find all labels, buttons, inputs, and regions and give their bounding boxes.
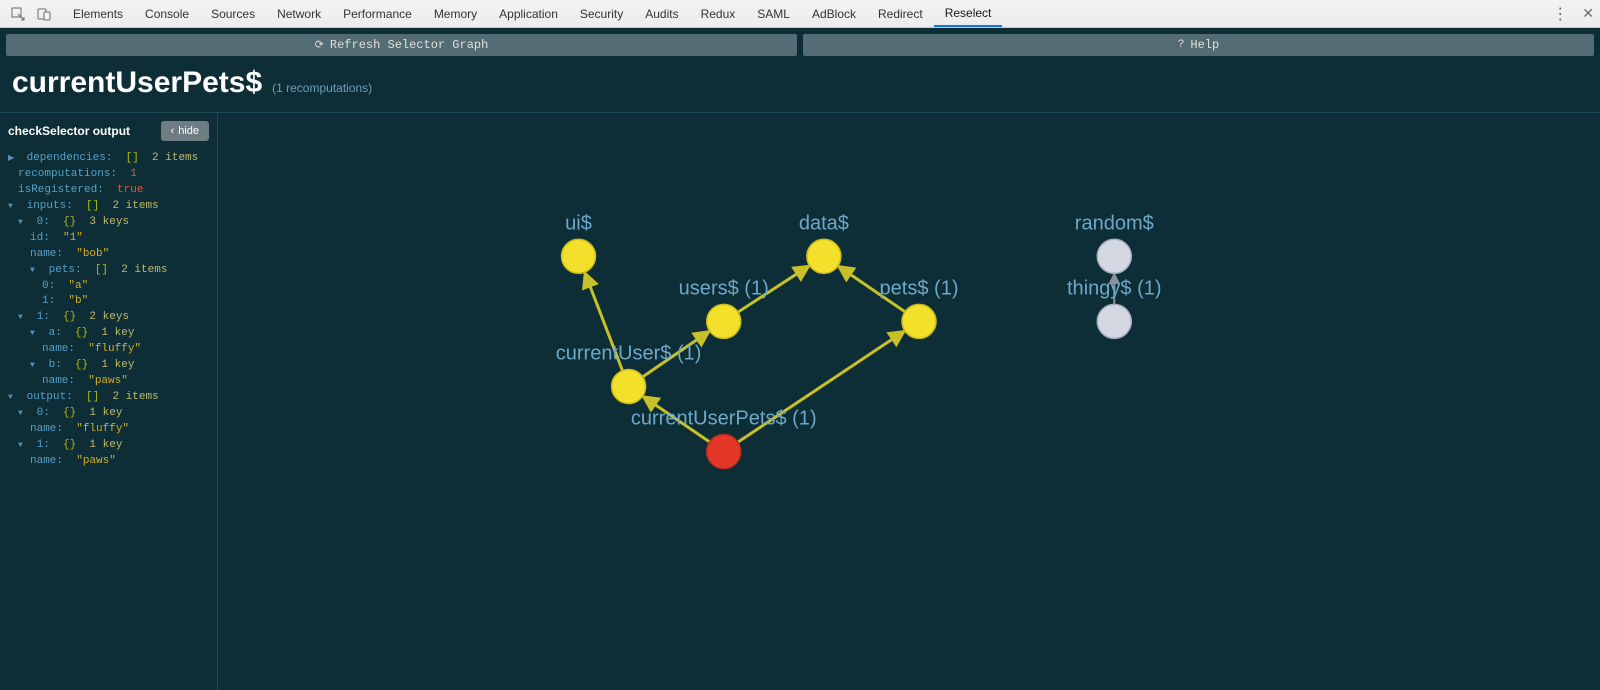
devtools-tab-memory[interactable]: Memory (423, 0, 488, 27)
graph-node-currentUser[interactable]: currentUser$ (1) (556, 342, 702, 403)
refresh-icon: ⟳ (315, 38, 324, 52)
sidebar-panel: checkSelector output ‹ hide dependencies… (0, 113, 218, 690)
close-devtools-icon[interactable]: ✕ (1582, 5, 1594, 22)
tree-row-inputs-0-pets-0[interactable]: 0: "a" (8, 279, 209, 295)
inspect-icon[interactable] (10, 6, 26, 22)
tree-row-inputs-1-b-name[interactable]: name: "paws" (8, 374, 209, 390)
graph-node-label: data$ (799, 212, 849, 234)
tree-row-inputs-0-pets[interactable]: pets: [] 2 items (8, 263, 209, 279)
hide-label: hide (178, 125, 199, 137)
graph-node-random[interactable]: random$ (1075, 212, 1154, 273)
devtools-tab-adblock[interactable]: AdBlock (801, 0, 867, 27)
caret-icon[interactable] (30, 358, 40, 374)
tree-row-inputs-0[interactable]: 0: {} 3 keys (8, 215, 209, 231)
tree-row-output-0-name[interactable]: name: "fluffy" (8, 422, 209, 438)
devtools-tab-application[interactable]: Application (488, 0, 569, 27)
tree-row-inputs-1-a-name[interactable]: name: "fluffy" (8, 342, 209, 358)
tree-row-output-1[interactable]: 1: {} 1 key (8, 438, 209, 454)
refresh-graph-button[interactable]: ⟳ Refresh Selector Graph (6, 34, 797, 56)
tree-row-inputs-0-pets-1[interactable]: 1: "b" (8, 294, 209, 310)
graph-node-label: random$ (1075, 212, 1154, 234)
graph-node-pets[interactable]: pets$ (1) (880, 277, 959, 338)
caret-icon[interactable] (8, 199, 18, 215)
tree-row-inputs-0-name[interactable]: name: "bob" (8, 247, 209, 263)
devtools-tab-redirect[interactable]: Redirect (867, 0, 934, 27)
graph-svg: ui$ data$ users$ (1) pets$ (1) currentUser$ … (218, 113, 1600, 690)
caret-icon[interactable] (8, 390, 18, 406)
caret-icon[interactable] (30, 326, 40, 342)
action-bar: ⟳ Refresh Selector Graph ? Help (0, 28, 1600, 62)
tree-row-inputs-0-id[interactable]: id: "1" (8, 231, 209, 247)
help-label: Help (1190, 38, 1219, 52)
graph-node-users[interactable]: users$ (1) (679, 277, 769, 338)
graph-node-label: users$ (1) (679, 277, 769, 299)
selector-title: currentUserPets$ (12, 66, 262, 100)
tree-row-output-1-name[interactable]: name: "paws" (8, 454, 209, 470)
kebab-menu-icon[interactable]: ⋮ (1552, 4, 1568, 24)
tree-row-recomputations[interactable]: recomputations: 1 (8, 167, 209, 183)
workspace: checkSelector output ‹ hide dependencies… (0, 112, 1600, 690)
graph-node-label: ui$ (565, 212, 592, 234)
caret-icon[interactable] (18, 215, 28, 231)
devtools-tab-network[interactable]: Network (266, 0, 332, 27)
graph-node-label: currentUser$ (1) (556, 342, 702, 364)
caret-icon[interactable] (18, 310, 28, 326)
tree-row-isregistered[interactable]: isRegistered: true (8, 183, 209, 199)
tree-row-output-0[interactable]: 0: {} 1 key (8, 406, 209, 422)
devtools-tab-console[interactable]: Console (134, 0, 200, 27)
graph-node-label: currentUserPets$ (1) (631, 408, 817, 430)
refresh-label: Refresh Selector Graph (330, 38, 488, 52)
devtools-tab-elements[interactable]: Elements (62, 0, 134, 27)
chevron-left-icon: ‹ (171, 125, 175, 137)
tree-row-inputs-1-b[interactable]: b: {} 1 key (8, 358, 209, 374)
devtools-tab-audits[interactable]: Audits (634, 0, 689, 27)
graph-node-ui[interactable]: ui$ (561, 212, 595, 273)
caret-icon[interactable] (18, 438, 28, 454)
selector-title-row: currentUserPets$ (1 recomputations) (0, 62, 1600, 112)
tree-row-output[interactable]: output: [] 2 items (8, 390, 209, 406)
tree-row-inputs[interactable]: inputs: [] 2 items (8, 199, 209, 215)
sidebar-heading: checkSelector output (8, 124, 130, 138)
help-icon: ? (1178, 39, 1185, 51)
graph-node-data[interactable]: data$ (799, 212, 849, 273)
devtools-tab-sources[interactable]: Sources (200, 0, 266, 27)
devtools-tab-security[interactable]: Security (569, 0, 634, 27)
tree-row-inputs-1[interactable]: 1: {} 2 keys (8, 310, 209, 326)
caret-icon[interactable] (18, 406, 28, 422)
devtools-tab-performance[interactable]: Performance (332, 0, 423, 27)
devtools-tab-redux[interactable]: Redux (690, 0, 747, 27)
recomputations-badge: (1 recomputations) (272, 81, 372, 95)
devtools-tabbar: ElementsConsoleSourcesNetworkPerformance… (0, 0, 1600, 28)
help-button[interactable]: ? Help (803, 34, 1594, 56)
selector-graph[interactable]: ui$ data$ users$ (1) pets$ (1) currentUser$ … (218, 113, 1600, 690)
devtools-tab-saml[interactable]: SAML (746, 0, 801, 27)
device-toggle-icon[interactable] (36, 6, 52, 22)
tree-row-dependencies[interactable]: dependencies: [] 2 items (8, 151, 209, 167)
caret-icon[interactable] (8, 151, 18, 167)
hide-sidebar-button[interactable]: ‹ hide (161, 121, 209, 141)
tree-row-inputs-1-a[interactable]: a: {} 1 key (8, 326, 209, 342)
json-tree: dependencies: [] 2 items recomputations:… (8, 151, 209, 470)
graph-node-currentUserPets[interactable]: currentUserPets$ (1) (631, 408, 817, 469)
graph-node-label: pets$ (1) (880, 277, 959, 299)
devtools-tab-reselect[interactable]: Reselect (934, 0, 1003, 27)
graph-node-thingy[interactable]: thingy$ (1) (1067, 277, 1162, 338)
caret-icon[interactable] (30, 263, 40, 279)
devtools-tabs: ElementsConsoleSourcesNetworkPerformance… (62, 0, 1002, 27)
graph-node-label: thingy$ (1) (1067, 277, 1162, 299)
